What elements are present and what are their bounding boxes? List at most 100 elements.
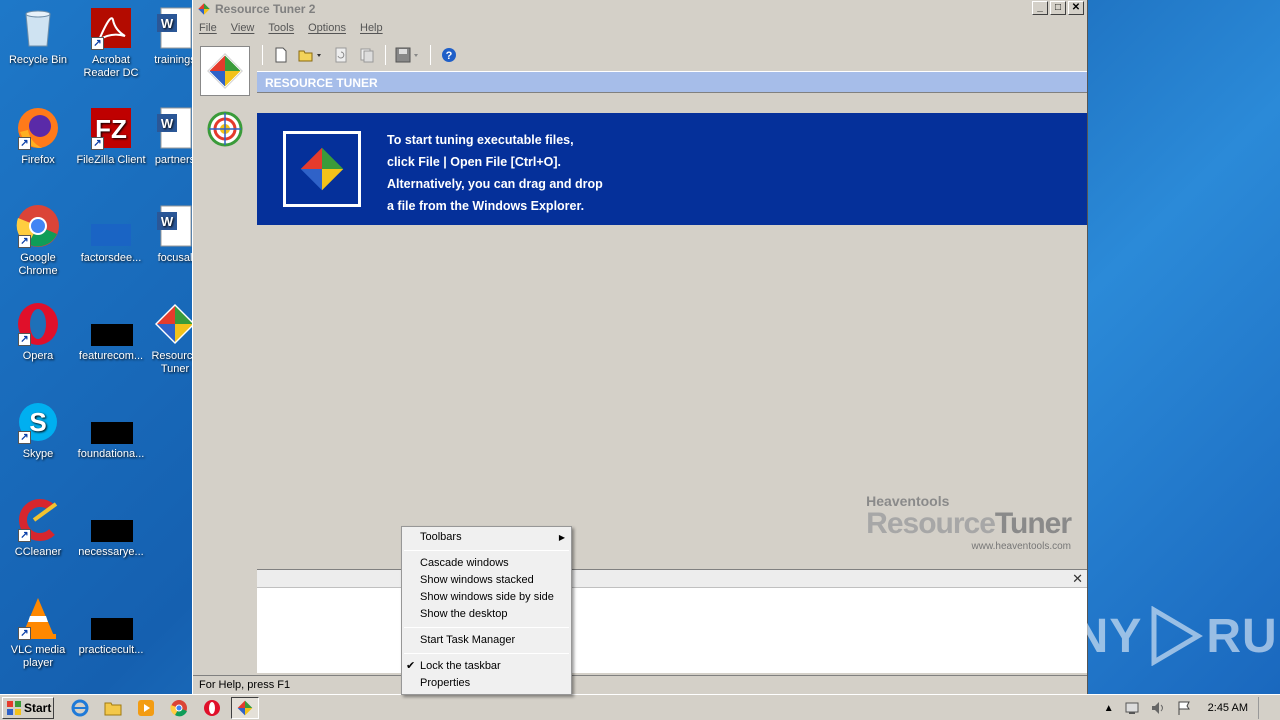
svg-text:W: W bbox=[161, 214, 174, 229]
acrobat-icon: ↗ bbox=[89, 6, 133, 50]
file-icon bbox=[89, 204, 133, 248]
svg-text:W: W bbox=[161, 116, 174, 131]
show-hidden-icons-icon[interactable]: ▲ bbox=[1104, 703, 1114, 714]
taskbar: Start ▲ 2:45 AM bbox=[0, 694, 1280, 720]
firefox-icon: ↗ bbox=[16, 106, 60, 150]
menu-item-show-windows-stacked[interactable]: Show windows stacked bbox=[402, 572, 571, 589]
save-copy-button[interactable] bbox=[356, 44, 378, 66]
network-icon[interactable] bbox=[1124, 700, 1140, 716]
show-desktop-button[interactable] bbox=[1258, 697, 1270, 719]
menu-separator bbox=[404, 653, 569, 654]
checkmark-icon: ✔ bbox=[406, 660, 416, 672]
save-button[interactable] bbox=[393, 44, 423, 66]
taskbar-media-player-button[interactable] bbox=[132, 697, 160, 719]
open-folder-icon bbox=[298, 50, 321, 62]
internet-explorer-icon bbox=[71, 699, 89, 716]
desktop-icon-chrome[interactable]: ↗ Google Chrome bbox=[0, 204, 76, 278]
desktop-icon-foundationa[interactable]: foundationa... bbox=[73, 400, 149, 461]
volume-icon[interactable] bbox=[1150, 700, 1166, 716]
watermark-text: RUN bbox=[1206, 609, 1280, 663]
word-doc-icon: W bbox=[153, 6, 197, 50]
menu-item-lock-taskbar[interactable]: ✔ Lock the taskbar bbox=[402, 658, 571, 675]
taskbar-chrome-button[interactable] bbox=[165, 697, 193, 719]
menu-item-cascade-windows[interactable]: Cascade windows bbox=[402, 555, 571, 572]
taskbar-context-menu: Toolbars ▶ Cascade windows Show windows s… bbox=[401, 526, 572, 695]
app-icon bbox=[197, 2, 211, 16]
welcome-banner: To start tuning executable files, click … bbox=[257, 113, 1087, 225]
toolbar-separator bbox=[385, 45, 386, 65]
desktop-icon-practicecult[interactable]: practicecult... bbox=[73, 596, 149, 657]
desktop-icon-label: CCleaner bbox=[14, 546, 62, 558]
flag-icon[interactable] bbox=[1176, 700, 1192, 716]
menu-item-show-desktop[interactable]: Show the desktop bbox=[402, 606, 571, 623]
resource-tuner-icon bbox=[153, 302, 197, 346]
main-content: To start tuning executable files, click … bbox=[257, 95, 1087, 567]
new-file-button[interactable] bbox=[270, 44, 292, 66]
desktop-icon-ccleaner[interactable]: ↗ CCleaner bbox=[0, 498, 76, 559]
desktop-icon-necessarye[interactable]: necessarye... bbox=[73, 498, 149, 559]
close-icon[interactable]: ✕ bbox=[1072, 571, 1083, 587]
sidebar-resource-viewer-button[interactable] bbox=[200, 104, 250, 154]
welcome-line: Alternatively, you can drag and drop bbox=[387, 177, 603, 191]
desktop-icon-vlc[interactable]: ↗ VLC media player bbox=[0, 596, 76, 670]
start-button[interactable]: Start bbox=[2, 696, 54, 719]
sidebar bbox=[197, 44, 253, 674]
brand-url: www.heaventools.com bbox=[971, 541, 1072, 552]
start-label: Start bbox=[24, 700, 52, 715]
menu-item-label: Lock the taskbar bbox=[420, 660, 501, 672]
desktop-icon-label: VLC media player bbox=[10, 644, 66, 669]
vlc-icon: ↗ bbox=[16, 596, 60, 640]
branding-logo: Heaventools ResourceTuner www.heaventool… bbox=[866, 493, 1072, 552]
desktop-icon-opera[interactable]: ↗ Opera bbox=[0, 302, 76, 363]
menu-file[interactable]: File bbox=[199, 22, 217, 34]
menu-separator bbox=[404, 550, 569, 551]
brand-product-part: Tuner bbox=[994, 507, 1072, 540]
file-icon bbox=[89, 596, 135, 640]
save-icon bbox=[395, 47, 418, 63]
taskbar-opera-button[interactable] bbox=[198, 697, 226, 719]
menu-bar: File View Tools Options Help bbox=[193, 18, 1087, 38]
file-icon bbox=[89, 400, 135, 444]
menu-item-toolbars[interactable]: Toolbars ▶ bbox=[402, 529, 571, 546]
output-panel: ✕ bbox=[257, 569, 1087, 673]
menu-view[interactable]: View bbox=[231, 22, 255, 34]
desktop-icon-skype[interactable]: S ↗ Skype bbox=[0, 400, 76, 461]
desktop-icon-label: practicecult... bbox=[78, 644, 144, 656]
title-bar[interactable]: Resource Tuner 2 _ □ ✕ bbox=[193, 0, 1087, 18]
desktop-icon-firefox[interactable]: ↗ Firefox bbox=[0, 106, 76, 167]
taskbar-resource-tuner-button[interactable] bbox=[231, 696, 259, 719]
anyrun-watermark: ANY RUN bbox=[1038, 606, 1280, 666]
help-button[interactable]: ? bbox=[438, 44, 460, 66]
taskbar-ie-button[interactable] bbox=[66, 697, 94, 719]
play-icon bbox=[1151, 606, 1204, 666]
open-file-button[interactable] bbox=[296, 44, 326, 66]
output-panel-titlebar: ✕ bbox=[257, 570, 1087, 588]
sidebar-resource-tuner-button[interactable] bbox=[200, 46, 250, 96]
menu-help[interactable]: Help bbox=[360, 22, 383, 34]
brand-product: ResourceTuner bbox=[866, 507, 1072, 540]
system-tray: ▲ 2:45 AM bbox=[1104, 695, 1280, 720]
menu-separator bbox=[404, 627, 569, 628]
menu-tools[interactable]: Tools bbox=[268, 22, 294, 34]
toolbar: ? bbox=[259, 42, 460, 68]
section-header: RESOURCE TUNER bbox=[257, 71, 1087, 93]
welcome-line: a file from the Windows Explorer. bbox=[387, 199, 585, 213]
menu-options[interactable]: Options bbox=[308, 22, 346, 34]
taskbar-explorer-button[interactable] bbox=[99, 697, 127, 719]
menu-item-properties[interactable]: Properties bbox=[402, 675, 571, 692]
opera-icon: ↗ bbox=[16, 302, 60, 346]
window-title: Resource Tuner 2 bbox=[215, 2, 316, 16]
menu-item-show-side-by-side[interactable]: Show windows side by side bbox=[402, 589, 571, 606]
toolbar-separator bbox=[262, 45, 263, 65]
maximize-button[interactable]: □ bbox=[1050, 1, 1066, 15]
close-button[interactable]: ✕ bbox=[1068, 1, 1084, 15]
desktop-icon-recycle-bin[interactable]: Recycle Bin bbox=[0, 6, 76, 67]
minimize-button[interactable]: _ bbox=[1032, 1, 1048, 15]
filezilla-icon: FZ ↗ bbox=[89, 106, 133, 150]
skype-icon: S ↗ bbox=[16, 400, 60, 444]
opera-icon bbox=[204, 699, 220, 716]
clock[interactable]: 2:45 AM bbox=[1208, 702, 1248, 714]
refresh-button[interactable] bbox=[330, 44, 352, 66]
menu-item-start-task-manager[interactable]: Start Task Manager bbox=[402, 632, 571, 649]
resource-tuner-logo bbox=[283, 131, 361, 207]
